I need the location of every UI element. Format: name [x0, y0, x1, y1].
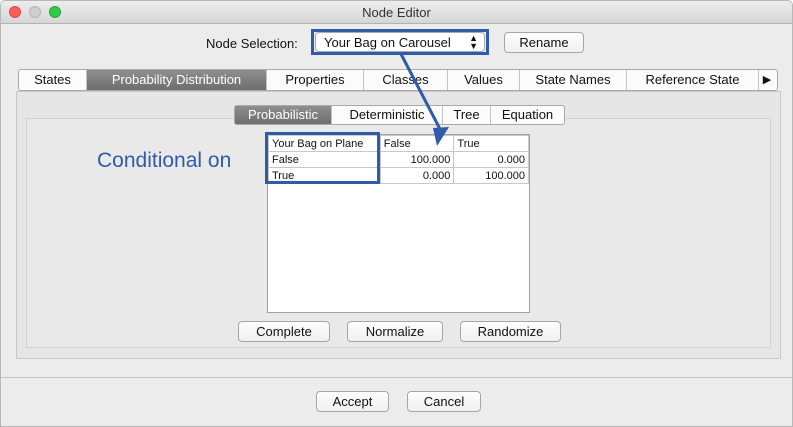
- tab-values[interactable]: Values: [448, 70, 520, 90]
- dropdown-highlight-box: [311, 29, 489, 55]
- cancel-button[interactable]: Cancel: [407, 391, 481, 412]
- tab-classes[interactable]: Classes: [364, 70, 448, 90]
- subtab-tree[interactable]: Tree: [443, 106, 491, 124]
- conditional-on-annotation: Conditional on: [97, 149, 232, 172]
- tab-scroll-right-icon[interactable]: ▶: [758, 70, 775, 90]
- parent-highlight-box: [265, 132, 380, 184]
- rename-button[interactable]: Rename: [504, 32, 584, 53]
- footer-divider: [1, 377, 792, 378]
- subtab-equation[interactable]: Equation: [491, 106, 564, 124]
- cell-true-true[interactable]: 100.000: [453, 167, 529, 184]
- cell-true-false[interactable]: 0.000: [379, 167, 455, 184]
- randomize-button[interactable]: Randomize: [460, 321, 561, 342]
- complete-button[interactable]: Complete: [238, 321, 330, 342]
- cell-false-false[interactable]: 100.000: [379, 151, 455, 168]
- tab-state-names[interactable]: State Names: [520, 70, 627, 90]
- column-header-false: False: [379, 135, 455, 152]
- node-editor-window: Node Editor Node Selection: Your Bag on …: [0, 0, 793, 427]
- title-bar[interactable]: Node Editor: [1, 1, 792, 24]
- subtab-probabilistic[interactable]: Probabilistic: [235, 106, 332, 124]
- accept-button[interactable]: Accept: [316, 391, 389, 412]
- column-header-true: True: [453, 135, 529, 152]
- tab-properties[interactable]: Properties: [267, 70, 364, 90]
- subtab-deterministic[interactable]: Deterministic: [332, 106, 443, 124]
- tab-reference-state[interactable]: Reference State: [627, 70, 759, 90]
- sub-tab-bar: Probabilistic Deterministic Tree Equatio…: [234, 105, 565, 125]
- main-tab-bar: States Probability Distribution Properti…: [18, 69, 778, 91]
- tab-states[interactable]: States: [19, 70, 87, 90]
- normalize-button[interactable]: Normalize: [347, 321, 443, 342]
- window-title: Node Editor: [362, 5, 431, 20]
- cell-false-true[interactable]: 0.000: [453, 151, 529, 168]
- node-selection-label: Node Selection:: [206, 36, 298, 51]
- tab-probability-distribution[interactable]: Probability Distribution: [87, 70, 267, 90]
